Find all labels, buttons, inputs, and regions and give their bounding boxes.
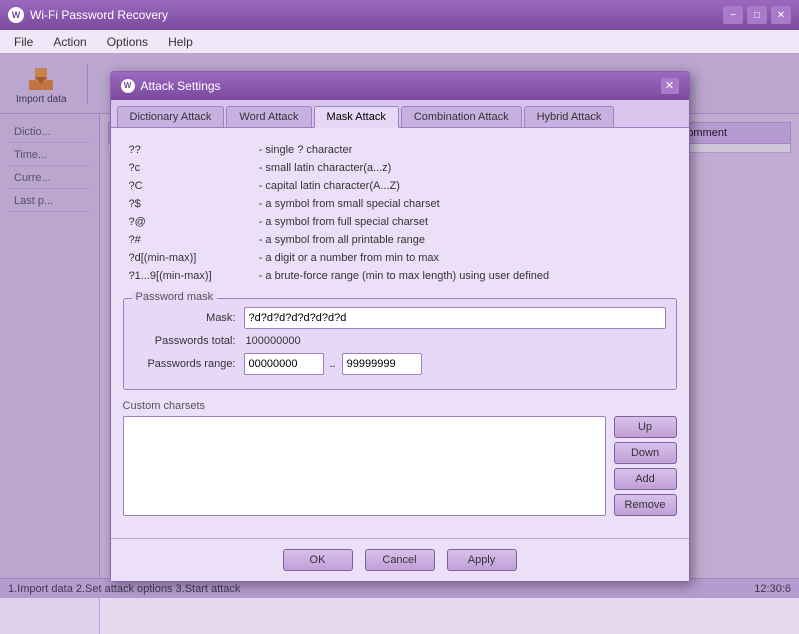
legend-row-6: ?d[(min-max)] - a digit or a number from… xyxy=(125,250,675,266)
minimize-button[interactable]: − xyxy=(723,6,743,24)
legend-row-2: ?C - capital latin character(A...Z) xyxy=(125,178,675,194)
close-button[interactable]: ✕ xyxy=(771,6,791,24)
total-row: Passwords total: 100000000 xyxy=(134,335,666,347)
restore-button[interactable]: □ xyxy=(747,6,767,24)
legend-table: ?? - single ? character ?c - small latin… xyxy=(123,140,677,286)
dialog-icon: W xyxy=(121,79,135,93)
menu-bar: File Action Options Help xyxy=(0,30,799,54)
legend-desc-0: - single ? character xyxy=(255,142,675,158)
cancel-button[interactable]: Cancel xyxy=(365,549,435,571)
dialog-title-bar: W Attack Settings ✕ xyxy=(111,72,689,100)
titlebar-controls: − □ ✕ xyxy=(723,6,791,24)
tab-hybrid-attack[interactable]: Hybrid Attack xyxy=(524,106,615,127)
app-title: Wi-Fi Password Recovery xyxy=(30,8,723,22)
dialog-close-button[interactable]: ✕ xyxy=(661,78,679,94)
mask-input[interactable] xyxy=(244,307,666,329)
title-bar: W Wi-Fi Password Recovery − □ ✕ xyxy=(0,0,799,30)
legend-row-3: ?$ - a symbol from small special charset xyxy=(125,196,675,212)
total-value: 100000000 xyxy=(244,335,301,347)
down-button[interactable]: Down xyxy=(614,442,677,464)
mask-row: Mask: xyxy=(134,307,666,329)
legend-row-4: ?@ - a symbol from full special charset xyxy=(125,214,675,230)
modal-overlay: W Attack Settings ✕ Dictionary Attack Wo… xyxy=(0,54,799,598)
custom-charsets-section: Custom charsets Up Down Add Remove xyxy=(123,400,677,516)
legend-code-3: ?$ xyxy=(125,196,253,212)
legend-row-5: ?# - a symbol from all printable range xyxy=(125,232,675,248)
legend-row-1: ?c - small latin character(a...z) xyxy=(125,160,675,176)
legend-code-6: ?d[(min-max)] xyxy=(125,250,253,266)
legend-code-5: ?# xyxy=(125,232,253,248)
legend-code-0: ?? xyxy=(125,142,253,158)
range-separator: .. xyxy=(324,358,342,370)
menu-options[interactable]: Options xyxy=(97,33,158,51)
tab-word-attack[interactable]: Word Attack xyxy=(226,106,311,127)
apply-button[interactable]: Apply xyxy=(447,549,517,571)
legend-desc-4: - a symbol from full special charset xyxy=(255,214,675,230)
menu-file[interactable]: File xyxy=(4,33,43,51)
legend-row-0: ?? - single ? character xyxy=(125,142,675,158)
range-from-input[interactable] xyxy=(244,353,324,375)
app-icon: W xyxy=(8,7,24,23)
tab-dictionary-attack[interactable]: Dictionary Attack xyxy=(117,106,225,127)
charsets-list[interactable] xyxy=(123,416,606,516)
range-row: Passwords range: .. xyxy=(134,353,666,375)
attack-settings-dialog: W Attack Settings ✕ Dictionary Attack Wo… xyxy=(110,71,690,582)
legend-code-7: ?1...9[(min-max)] xyxy=(125,268,253,284)
legend-desc-1: - small latin character(a...z) xyxy=(255,160,675,176)
charsets-layout: Up Down Add Remove xyxy=(123,416,677,516)
dialog-footer: OK Cancel Apply xyxy=(111,538,689,581)
legend-desc-6: - a digit or a number from min to max xyxy=(255,250,675,266)
dialog-content: ?? - single ? character ?c - small latin… xyxy=(111,128,689,538)
legend-code-2: ?C xyxy=(125,178,253,194)
dialog-tabs: Dictionary Attack Word Attack Mask Attac… xyxy=(111,100,689,128)
remove-button[interactable]: Remove xyxy=(614,494,677,516)
menu-help[interactable]: Help xyxy=(158,33,203,51)
legend-desc-3: - a symbol from small special charset xyxy=(255,196,675,212)
range-to-input[interactable] xyxy=(342,353,422,375)
ok-button[interactable]: OK xyxy=(283,549,353,571)
up-button[interactable]: Up xyxy=(614,416,677,438)
legend-row-7: ?1...9[(min-max)] - a brute-force range … xyxy=(125,268,675,284)
range-label: Passwords range: xyxy=(134,358,244,370)
tab-mask-attack[interactable]: Mask Attack xyxy=(314,106,399,128)
legend-code-1: ?c xyxy=(125,160,253,176)
password-mask-legend: Password mask xyxy=(132,291,218,303)
add-button[interactable]: Add xyxy=(614,468,677,490)
tab-combination-attack[interactable]: Combination Attack xyxy=(401,106,522,127)
charsets-label: Custom charsets xyxy=(123,400,677,412)
legend-code-4: ?@ xyxy=(125,214,253,230)
total-label: Passwords total: xyxy=(134,335,244,347)
mask-label: Mask: xyxy=(134,312,244,324)
legend-desc-2: - capital latin character(A...Z) xyxy=(255,178,675,194)
dialog-title-text: Attack Settings xyxy=(141,79,661,93)
charsets-buttons: Up Down Add Remove xyxy=(614,416,677,516)
legend-desc-7: - a brute-force range (min to max length… xyxy=(255,268,675,284)
password-mask-group: Password mask Mask: Passwords total: 100… xyxy=(123,298,677,390)
legend-desc-5: - a symbol from all printable range xyxy=(255,232,675,248)
menu-action[interactable]: Action xyxy=(43,33,96,51)
